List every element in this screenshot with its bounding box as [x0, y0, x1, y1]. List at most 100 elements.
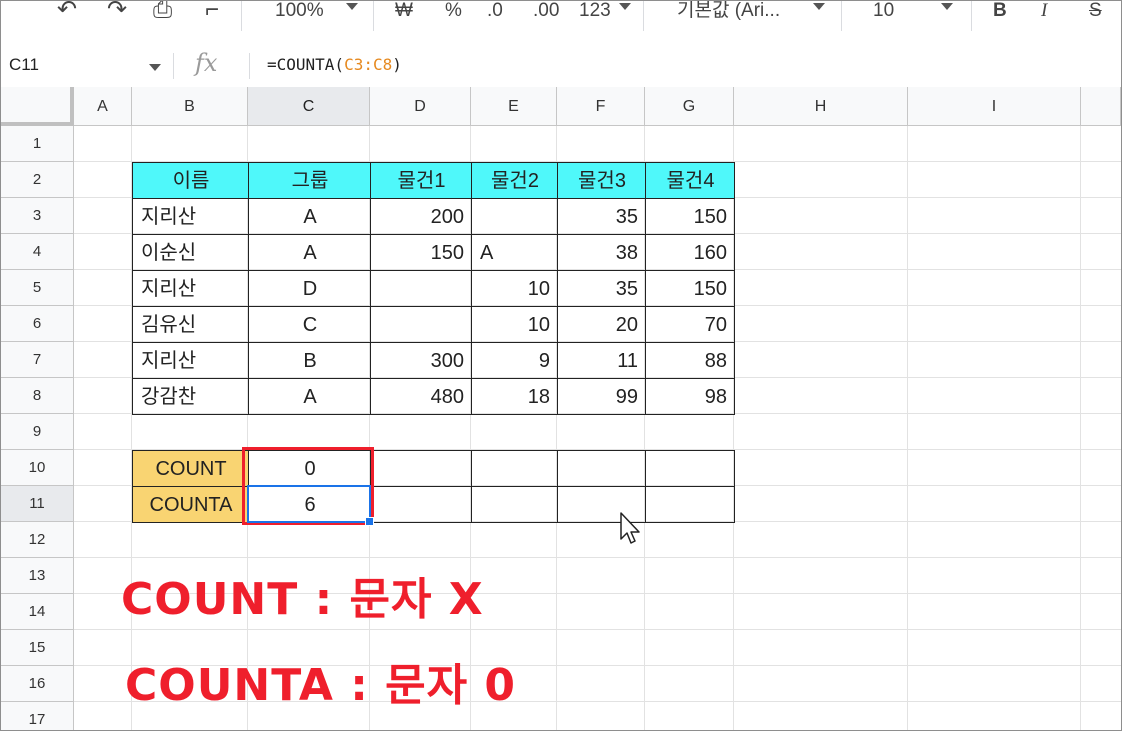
- summary-label-cell[interactable]: COUNT: [132, 450, 249, 487]
- summary-empty-cell[interactable]: [370, 450, 472, 487]
- row-header-3[interactable]: 3: [1, 198, 74, 234]
- more-formats-button[interactable]: 123: [579, 1, 611, 25]
- summary-label-cell[interactable]: COUNTA: [132, 486, 249, 523]
- column-header-f[interactable]: F: [557, 87, 645, 126]
- table-cell[interactable]: 20: [557, 306, 646, 343]
- chevron-down-icon[interactable]: [346, 3, 358, 10]
- table-cell[interactable]: 150: [645, 270, 735, 307]
- table-cell[interactable]: 18: [471, 378, 558, 415]
- zoom-select[interactable]: 100%: [275, 1, 324, 25]
- bold-button[interactable]: B: [993, 1, 1007, 25]
- column-header-b[interactable]: B: [132, 87, 248, 126]
- chevron-down-icon[interactable]: [941, 3, 953, 10]
- chevron-down-icon[interactable]: [813, 3, 825, 10]
- row-header-14[interactable]: 14: [1, 594, 74, 630]
- name-box[interactable]: C11: [9, 55, 39, 75]
- summary-empty-cell[interactable]: [645, 450, 735, 487]
- table-header-cell[interactable]: 물건1: [370, 162, 472, 199]
- row-header-12[interactable]: 12: [1, 522, 74, 558]
- row-header-13[interactable]: 13: [1, 558, 74, 594]
- table-cell[interactable]: C: [248, 306, 371, 343]
- row-header-11[interactable]: 11: [1, 486, 74, 522]
- table-cell[interactable]: 300: [370, 342, 472, 379]
- table-cell[interactable]: A: [248, 378, 371, 415]
- table-header-cell[interactable]: 물건4: [645, 162, 735, 199]
- font-size-select[interactable]: 10: [873, 1, 894, 25]
- table-cell[interactable]: 35: [557, 270, 646, 307]
- redo-icon[interactable]: ↷: [107, 1, 127, 25]
- table-cell[interactable]: 160: [645, 234, 735, 271]
- table-cell[interactable]: 강감찬: [132, 378, 249, 415]
- italic-button[interactable]: I: [1041, 1, 1047, 25]
- active-cell-selection[interactable]: [247, 485, 371, 523]
- column-header-e[interactable]: E: [471, 87, 557, 126]
- column-header-d[interactable]: D: [370, 87, 471, 126]
- row-header-7[interactable]: 7: [1, 342, 74, 378]
- table-header-cell[interactable]: 물건3: [557, 162, 646, 199]
- table-cell[interactable]: 70: [645, 306, 735, 343]
- summary-empty-cell[interactable]: [370, 486, 472, 523]
- table-cell[interactable]: 지리산: [132, 198, 249, 235]
- fill-handle[interactable]: [365, 517, 374, 526]
- table-cell[interactable]: 35: [557, 198, 646, 235]
- table-cell[interactable]: 38: [557, 234, 646, 271]
- table-cell[interactable]: 지리산: [132, 342, 249, 379]
- summary-empty-cell[interactable]: [557, 450, 646, 487]
- print-icon[interactable]: ⎙: [153, 1, 172, 25]
- table-cell[interactable]: 98: [645, 378, 735, 415]
- formula-input[interactable]: =COUNTA(C3:C8): [267, 55, 402, 74]
- table-cell[interactable]: A: [248, 198, 371, 235]
- table-cell[interactable]: 88: [645, 342, 735, 379]
- decrease-decimal-button[interactable]: .0: [487, 1, 503, 25]
- table-cell[interactable]: 10: [471, 270, 558, 307]
- undo-icon[interactable]: ↶: [57, 1, 77, 25]
- table-cell[interactable]: 150: [370, 234, 472, 271]
- table-cell[interactable]: 11: [557, 342, 646, 379]
- row-header-2[interactable]: 2: [1, 162, 74, 198]
- strikethrough-button[interactable]: S: [1089, 1, 1102, 25]
- row-header-1[interactable]: 1: [1, 126, 74, 162]
- sheet-grid[interactable]: A B C D E F G H I 1 2 3 4 5 6 7 8 9 10 11 12 13 14 15 16 17 이름 그룹 물건…: [1, 87, 1121, 730]
- row-header-5[interactable]: 5: [1, 270, 74, 306]
- table-header-cell[interactable]: 물건2: [471, 162, 558, 199]
- table-cell[interactable]: A: [471, 234, 558, 271]
- table-cell[interactable]: 480: [370, 378, 472, 415]
- paint-format-icon[interactable]: ⌐: [205, 1, 219, 25]
- summary-empty-cell[interactable]: [645, 486, 735, 523]
- table-cell[interactable]: 10: [471, 306, 558, 343]
- table-cell[interactable]: 이순신: [132, 234, 249, 271]
- chevron-down-icon[interactable]: [149, 64, 161, 71]
- column-header-i[interactable]: I: [908, 87, 1081, 126]
- row-header-9[interactable]: 9: [1, 414, 74, 450]
- summary-empty-cell[interactable]: [471, 486, 558, 523]
- table-cell[interactable]: 150: [645, 198, 735, 235]
- increase-decimal-button[interactable]: .00: [533, 1, 559, 25]
- font-select[interactable]: 기본값 (Ari...: [677, 1, 780, 25]
- table-cell[interactable]: A: [248, 234, 371, 271]
- table-cell[interactable]: [370, 306, 472, 343]
- table-cell[interactable]: [471, 198, 558, 235]
- table-cell[interactable]: 김유신: [132, 306, 249, 343]
- column-header-g[interactable]: G: [645, 87, 734, 126]
- table-cell[interactable]: 200: [370, 198, 472, 235]
- row-header-10[interactable]: 10: [1, 450, 74, 486]
- row-header-17[interactable]: 17: [1, 702, 74, 730]
- row-header-8[interactable]: 8: [1, 378, 74, 414]
- row-header-16[interactable]: 16: [1, 666, 74, 702]
- currency-format-button[interactable]: ₩: [395, 1, 413, 25]
- summary-empty-cell[interactable]: [471, 450, 558, 487]
- select-all-corner[interactable]: [1, 87, 74, 126]
- table-cell[interactable]: 9: [471, 342, 558, 379]
- row-header-6[interactable]: 6: [1, 306, 74, 342]
- table-cell[interactable]: 지리산: [132, 270, 249, 307]
- column-header-a[interactable]: A: [74, 87, 132, 126]
- row-header-15[interactable]: 15: [1, 630, 74, 666]
- table-cell[interactable]: B: [248, 342, 371, 379]
- table-header-cell[interactable]: 이름: [132, 162, 249, 199]
- table-cell[interactable]: [370, 270, 472, 307]
- table-cell[interactable]: D: [248, 270, 371, 307]
- column-header-h[interactable]: H: [734, 87, 908, 126]
- column-header-c[interactable]: C: [248, 87, 370, 126]
- percent-format-button[interactable]: %: [445, 1, 462, 25]
- row-header-4[interactable]: 4: [1, 234, 74, 270]
